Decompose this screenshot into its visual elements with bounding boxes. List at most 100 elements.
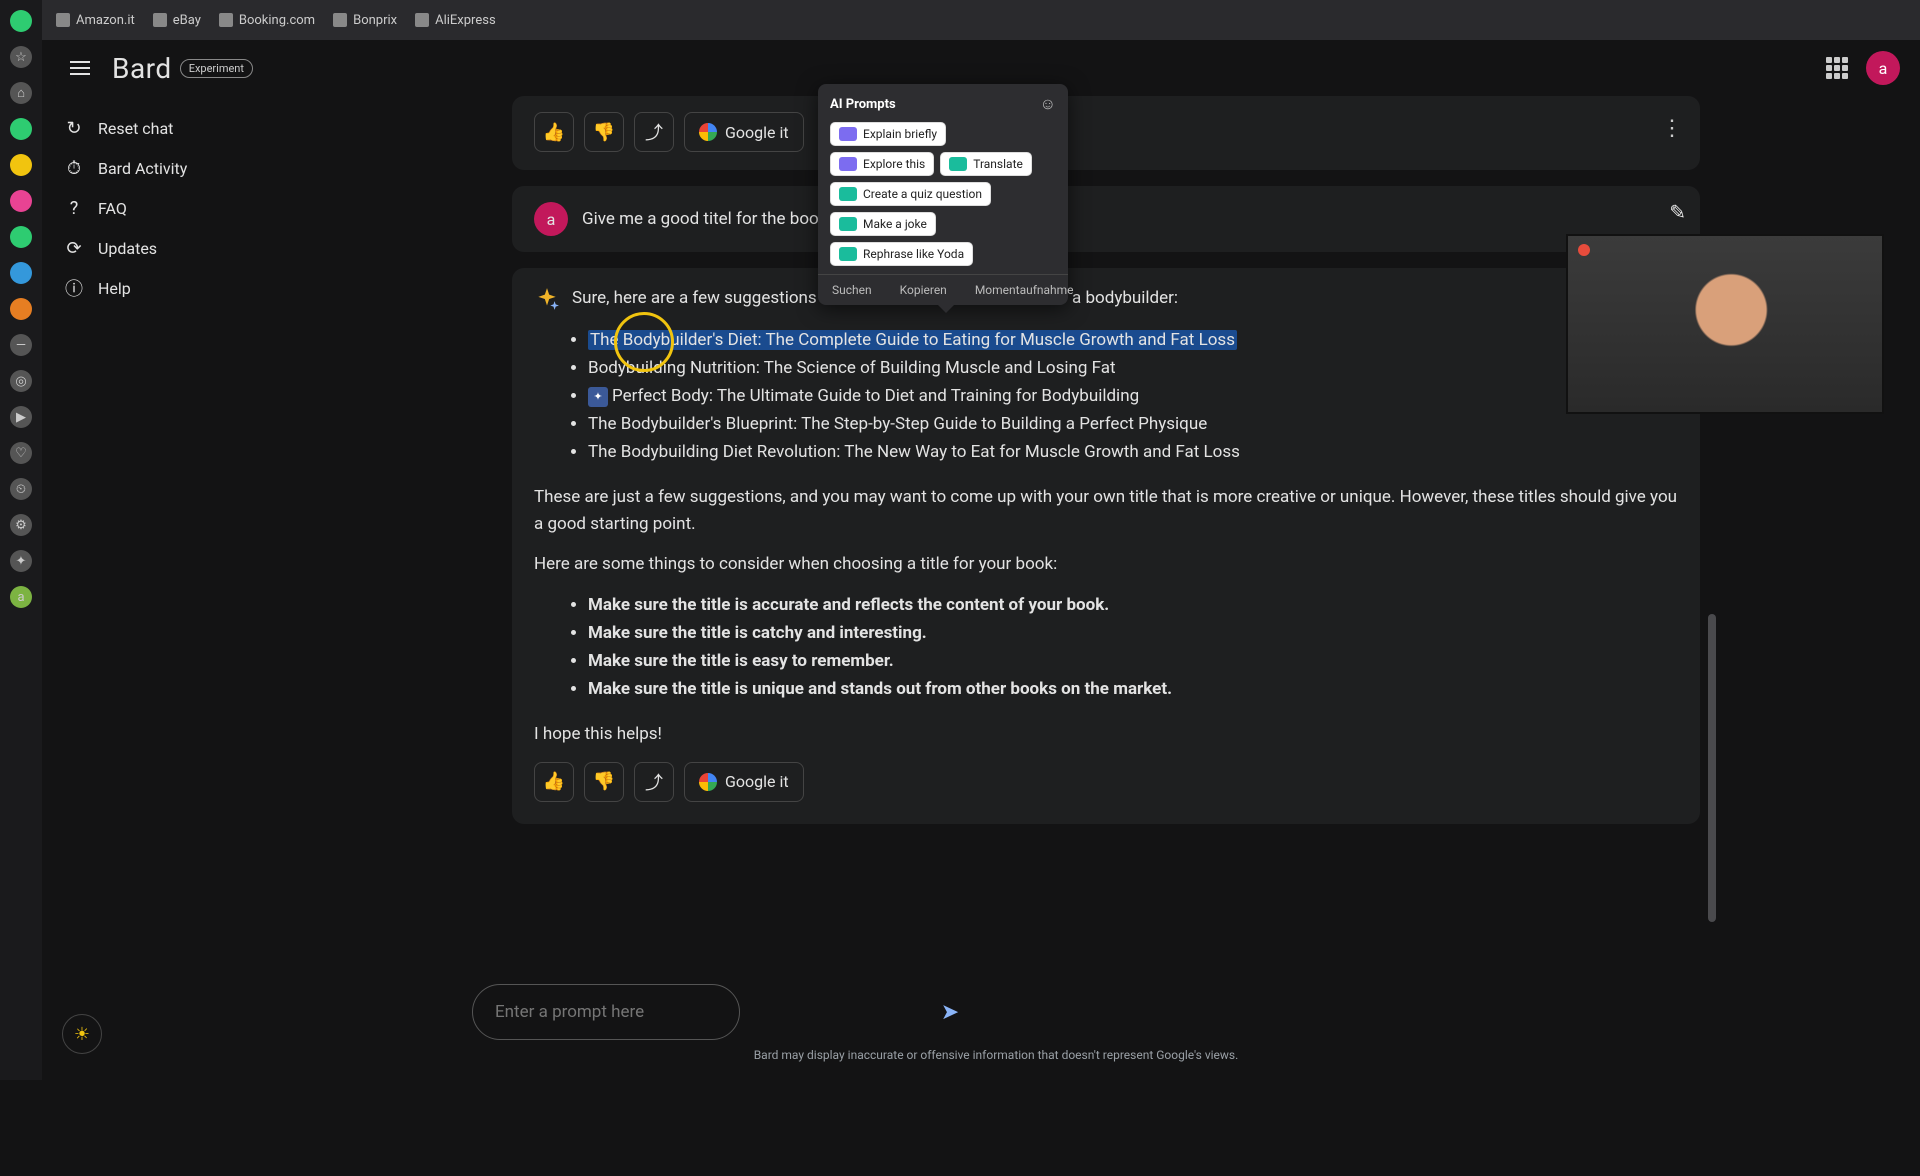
popover-action-copy[interactable]: Kopieren xyxy=(886,275,961,305)
favicon xyxy=(415,13,429,27)
chip-icon xyxy=(949,157,967,171)
prompt-chip-explore[interactable]: Explore this xyxy=(830,152,934,176)
thumbs-down-button[interactable]: 👎 xyxy=(584,112,624,152)
bookmarks-bar: Amazon.it eBay Booking.com Bonprix AliEx… xyxy=(42,0,1920,40)
translate-badge-icon[interactable]: ✦ xyxy=(588,387,608,407)
sidebar: ↻Reset chat ⏱ Bard Activity ?FAQ ⟳ Updates… xyxy=(42,96,292,1080)
popover-action-search[interactable]: Suchen xyxy=(818,275,886,305)
rail-icon[interactable]: a xyxy=(10,586,32,608)
google-apps-icon[interactable] xyxy=(1826,57,1848,79)
rail-icon[interactable] xyxy=(10,226,32,248)
prompt-chip-translate[interactable]: Translate xyxy=(940,152,1032,176)
bard-sparkle-icon xyxy=(534,286,560,312)
webcam-overlay[interactable] xyxy=(1566,234,1884,414)
sidebar-item-help[interactable]: ⓘHelp xyxy=(52,268,282,308)
list-item: Bodybuilding Nutrition: The Science of B… xyxy=(588,354,1678,382)
sidebar-item-activity[interactable]: ⏱ Bard Activity xyxy=(52,148,282,188)
theme-toggle-button[interactable]: ☀ xyxy=(62,1014,102,1054)
rail-icon[interactable] xyxy=(10,262,32,284)
popover-action-snapshot[interactable]: Momentaufnahme xyxy=(961,275,1088,305)
prompt-chip-yoda[interactable]: Rephrase like Yoda xyxy=(830,242,973,266)
rail-icon[interactable]: ♡ xyxy=(10,442,32,464)
google-it-button[interactable]: Google it xyxy=(684,112,804,152)
user-message-text: Give me a good titel for the boo xyxy=(582,209,819,229)
rail-icon[interactable] xyxy=(10,154,32,176)
brand-title: Bard xyxy=(112,52,172,85)
tips-list: Make sure the title is accurate and refl… xyxy=(588,591,1678,703)
extension-rail: ☆ ⌂ — ◎ ▶ ♡ ⏲ ⚙ ✦ a xyxy=(0,0,42,1080)
rail-icon[interactable]: ✦ xyxy=(10,550,32,572)
rail-icon[interactable]: ☆ xyxy=(10,46,32,68)
sidebar-item-label: Reset chat xyxy=(98,119,173,138)
chip-icon xyxy=(839,187,857,201)
scrollbar-thumb[interactable] xyxy=(1708,614,1716,922)
sidebar-item-reset-chat[interactable]: ↻Reset chat xyxy=(52,108,282,148)
response-toolbar: 👍 👎 ⤴ Google it xyxy=(534,762,1678,802)
hamburger-menu-icon[interactable] xyxy=(62,50,98,86)
thumbs-down-button[interactable]: 👎 xyxy=(584,762,624,802)
favicon xyxy=(153,13,167,27)
rail-icon[interactable] xyxy=(10,118,32,140)
sidebar-item-label: Bard Activity xyxy=(98,159,187,178)
prev-response-toolbar-card: 👍 👎 ⤴ Google it ⋮ xyxy=(512,96,1700,170)
prompt-chip-quiz[interactable]: Create a quiz question xyxy=(830,182,991,206)
list-item: ✦Perfect Body: The Ultimate Guide to Die… xyxy=(588,382,1678,410)
bookmark[interactable]: Amazon.it xyxy=(56,13,135,28)
experiment-badge: Experiment xyxy=(180,59,253,78)
rail-icon[interactable]: ▶ xyxy=(10,406,32,428)
prompt-composer[interactable] xyxy=(472,984,740,1040)
help-icon: ⓘ xyxy=(64,278,84,298)
rail-icon[interactable] xyxy=(10,298,32,320)
share-button[interactable]: ⤴ xyxy=(634,762,674,802)
faq-icon: ? xyxy=(64,198,84,218)
share-button[interactable]: ⤴ xyxy=(634,112,674,152)
chip-icon xyxy=(839,127,857,141)
conversation: 👍 👎 ⤴ Google it ⋮ a Give me a good titel… xyxy=(292,96,1920,824)
activity-icon: ⏱ xyxy=(64,158,84,178)
bookmark[interactable]: Bonprix xyxy=(333,13,397,28)
google-icon xyxy=(699,123,717,141)
composer-area: ➤ Bard may display inaccurate or offensi… xyxy=(292,984,1700,1062)
edit-prompt-button[interactable]: ✎ xyxy=(1669,200,1686,224)
send-button[interactable]: ➤ xyxy=(930,992,970,1032)
sidebar-item-label: Updates xyxy=(98,239,157,258)
rail-icon[interactable] xyxy=(10,10,32,32)
prompt-chip-joke[interactable]: Make a joke xyxy=(830,212,936,236)
bookmark[interactable]: AliExpress xyxy=(415,13,496,28)
more-menu-button[interactable]: ⋮ xyxy=(1654,110,1690,146)
rail-icon[interactable]: ⏲ xyxy=(10,478,32,500)
ai-prompts-popover: AI Prompts ☺ Explain briefly Explore thi… xyxy=(818,84,1068,305)
bookmark[interactable]: Booking.com xyxy=(219,13,315,28)
user-message-card: a Give me a good titel for the boo ✎ xyxy=(512,186,1700,252)
favicon xyxy=(56,13,70,27)
google-it-button[interactable]: Google it xyxy=(684,762,804,802)
list-item: Make sure the title is easy to remember. xyxy=(588,647,1678,675)
emoji-icon[interactable]: ☺ xyxy=(1040,94,1056,114)
sidebar-item-updates[interactable]: ⟳ Updates xyxy=(52,228,282,268)
rail-icon[interactable]: — xyxy=(10,334,32,356)
assistant-intro: Sure, here are a few suggestions e diet … xyxy=(534,286,1678,312)
selected-text[interactable]: The Bodybuilder's Diet: The Complete Gui… xyxy=(588,330,1237,350)
thumbs-up-button[interactable]: 👍 xyxy=(534,112,574,152)
rail-icon[interactable]: ⌂ xyxy=(10,82,32,104)
thumbs-up-button[interactable]: 👍 xyxy=(534,762,574,802)
response-toolbar: 👍 👎 ⤴ Google it xyxy=(534,112,1678,152)
disclaimer-text: Bard may display inaccurate or offensive… xyxy=(292,1048,1700,1062)
avatar[interactable]: a xyxy=(1866,51,1900,85)
rail-icon[interactable]: ◎ xyxy=(10,370,32,392)
assistant-paragraph: These are just a few suggestions, and yo… xyxy=(534,484,1678,537)
bookmark[interactable]: eBay xyxy=(153,13,201,28)
assistant-paragraph: I hope this helps! xyxy=(534,721,1678,747)
list-item: The Bodybuilder's Diet: The Complete Gui… xyxy=(588,326,1678,354)
list-item: The Bodybuilder's Blueprint: The Step-by… xyxy=(588,410,1678,438)
assistant-response-card: View oth ⋮ Sure, here are a few suggesti… xyxy=(512,268,1700,824)
sun-icon: ☀ xyxy=(74,1024,90,1045)
rail-icon[interactable] xyxy=(10,190,32,212)
sidebar-item-faq[interactable]: ?FAQ xyxy=(52,188,282,228)
favicon xyxy=(333,13,347,27)
prompt-input[interactable] xyxy=(495,1002,717,1022)
title-suggestions-list: The Bodybuilder's Diet: The Complete Gui… xyxy=(588,326,1678,466)
updates-icon: ⟳ xyxy=(64,238,84,258)
rail-icon[interactable]: ⚙ xyxy=(10,514,32,536)
prompt-chip-explain[interactable]: Explain briefly xyxy=(830,122,946,146)
